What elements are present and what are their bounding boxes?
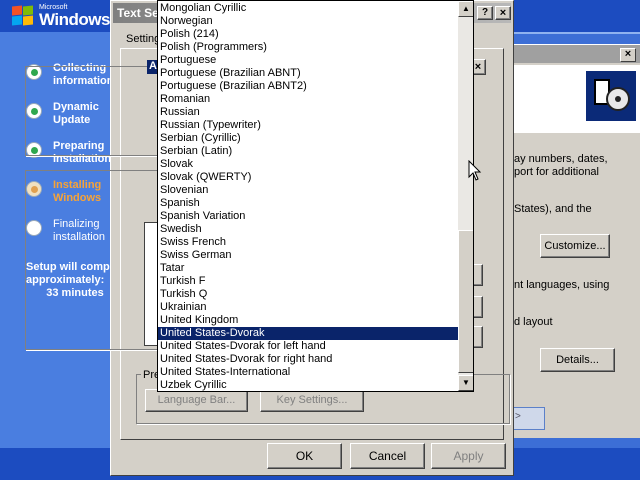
- dialog-banner: [511, 65, 640, 133]
- dropdown-item[interactable]: Swiss German: [158, 249, 458, 262]
- scrollbar-thumb[interactable]: [458, 230, 473, 373]
- dropdown-item[interactable]: Slovak (QWERTY): [158, 171, 458, 184]
- dropdown-item[interactable]: Portuguese (Brazilian ABNT2): [158, 80, 458, 93]
- dropdown-item[interactable]: Polish (Programmers): [158, 41, 458, 54]
- dropdown-item[interactable]: Swedish: [158, 223, 458, 236]
- dropdown-item[interactable]: Romanian: [158, 93, 458, 106]
- dropdown-item[interactable]: Russian (Typewriter): [158, 119, 458, 132]
- install-cd-icon: [586, 71, 636, 121]
- dropdown-item[interactable]: United Kingdom: [158, 314, 458, 327]
- ok-button[interactable]: OK: [267, 443, 342, 469]
- chevron-right-icon: >: [515, 411, 521, 422]
- dropdown-item[interactable]: Slovenian: [158, 184, 458, 197]
- close-icon[interactable]: ×: [495, 6, 511, 20]
- dropdown-item[interactable]: United States-Dvorak: [158, 327, 458, 340]
- dropdown-item[interactable]: Mongolian Cyrillic: [158, 2, 458, 15]
- details-button[interactable]: Details...: [540, 348, 615, 372]
- dropdown-item[interactable]: United States-Dvorak for right hand: [158, 353, 458, 366]
- description-text: port for additional: [514, 166, 599, 178]
- scroll-down-icon[interactable]: ▼: [458, 375, 473, 391]
- apply-button[interactable]: Apply: [431, 443, 506, 469]
- dropdown-item[interactable]: Turkish F: [158, 275, 458, 288]
- dropdown-item[interactable]: Russian: [158, 106, 458, 119]
- dropdown-item[interactable]: Swiss French: [158, 236, 458, 249]
- dropdown-scrollbar[interactable]: ▲ ▼: [458, 1, 473, 391]
- close-icon[interactable]: ×: [620, 48, 636, 62]
- key-settings-button[interactable]: Key Settings...: [260, 389, 364, 412]
- help-icon[interactable]: ?: [477, 6, 493, 20]
- description-text: d layout: [514, 316, 553, 328]
- keyboard-layout-dropdown-list[interactable]: Mongolian Cyrillic Norwegian Polish (214) P…: [157, 0, 474, 392]
- dropdown-item[interactable]: Spanish Variation: [158, 210, 458, 223]
- dropdown-item[interactable]: United States-International: [158, 366, 458, 379]
- dropdown-item[interactable]: Tatar: [158, 262, 458, 275]
- cancel-button[interactable]: Cancel: [350, 443, 425, 469]
- dropdown-items: Mongolian Cyrillic Norwegian Polish (214) P…: [158, 2, 458, 391]
- dropdown-item[interactable]: Polish (214): [158, 28, 458, 41]
- dropdown-item[interactable]: Portuguese: [158, 54, 458, 67]
- description-text: ay numbers, dates,: [514, 153, 608, 165]
- side-button[interactable]: [473, 264, 483, 286]
- language-bar-button[interactable]: Language Bar...: [145, 389, 248, 412]
- dropdown-item[interactable]: Serbian (Latin): [158, 145, 458, 158]
- dropdown-item[interactable]: Portuguese (Brazilian ABNT): [158, 67, 458, 80]
- dropdown-item[interactable]: Spanish: [158, 197, 458, 210]
- description-text: States), and the: [514, 203, 592, 215]
- side-button[interactable]: [473, 296, 483, 318]
- dropdown-item[interactable]: Slovak: [158, 158, 458, 171]
- dialog-title: Text Se: [117, 6, 159, 20]
- dropdown-item[interactable]: Serbian (Cyrillic): [158, 132, 458, 145]
- dropdown-item[interactable]: United States-Dvorak for left hand: [158, 340, 458, 353]
- scroll-arrow-box[interactable]: >: [511, 407, 545, 430]
- windows-flag-icon: [12, 5, 34, 26]
- customize-button[interactable]: Customize...: [540, 234, 610, 258]
- mouse-pointer-icon: [468, 160, 482, 181]
- dropdown-item[interactable]: Ukrainian: [158, 301, 458, 314]
- scroll-up-icon[interactable]: ▲: [458, 1, 473, 17]
- windows-logo: Microsoft Windows: [12, 4, 110, 30]
- logo-windows-text: Windows: [39, 10, 110, 29]
- dropdown-item[interactable]: Uzbek Cyrillic: [158, 379, 458, 391]
- dropdown-item[interactable]: Norwegian: [158, 15, 458, 28]
- dropdown-item[interactable]: Turkish Q: [158, 288, 458, 301]
- side-button[interactable]: [473, 326, 483, 348]
- description-text: nt languages, using: [514, 279, 610, 291]
